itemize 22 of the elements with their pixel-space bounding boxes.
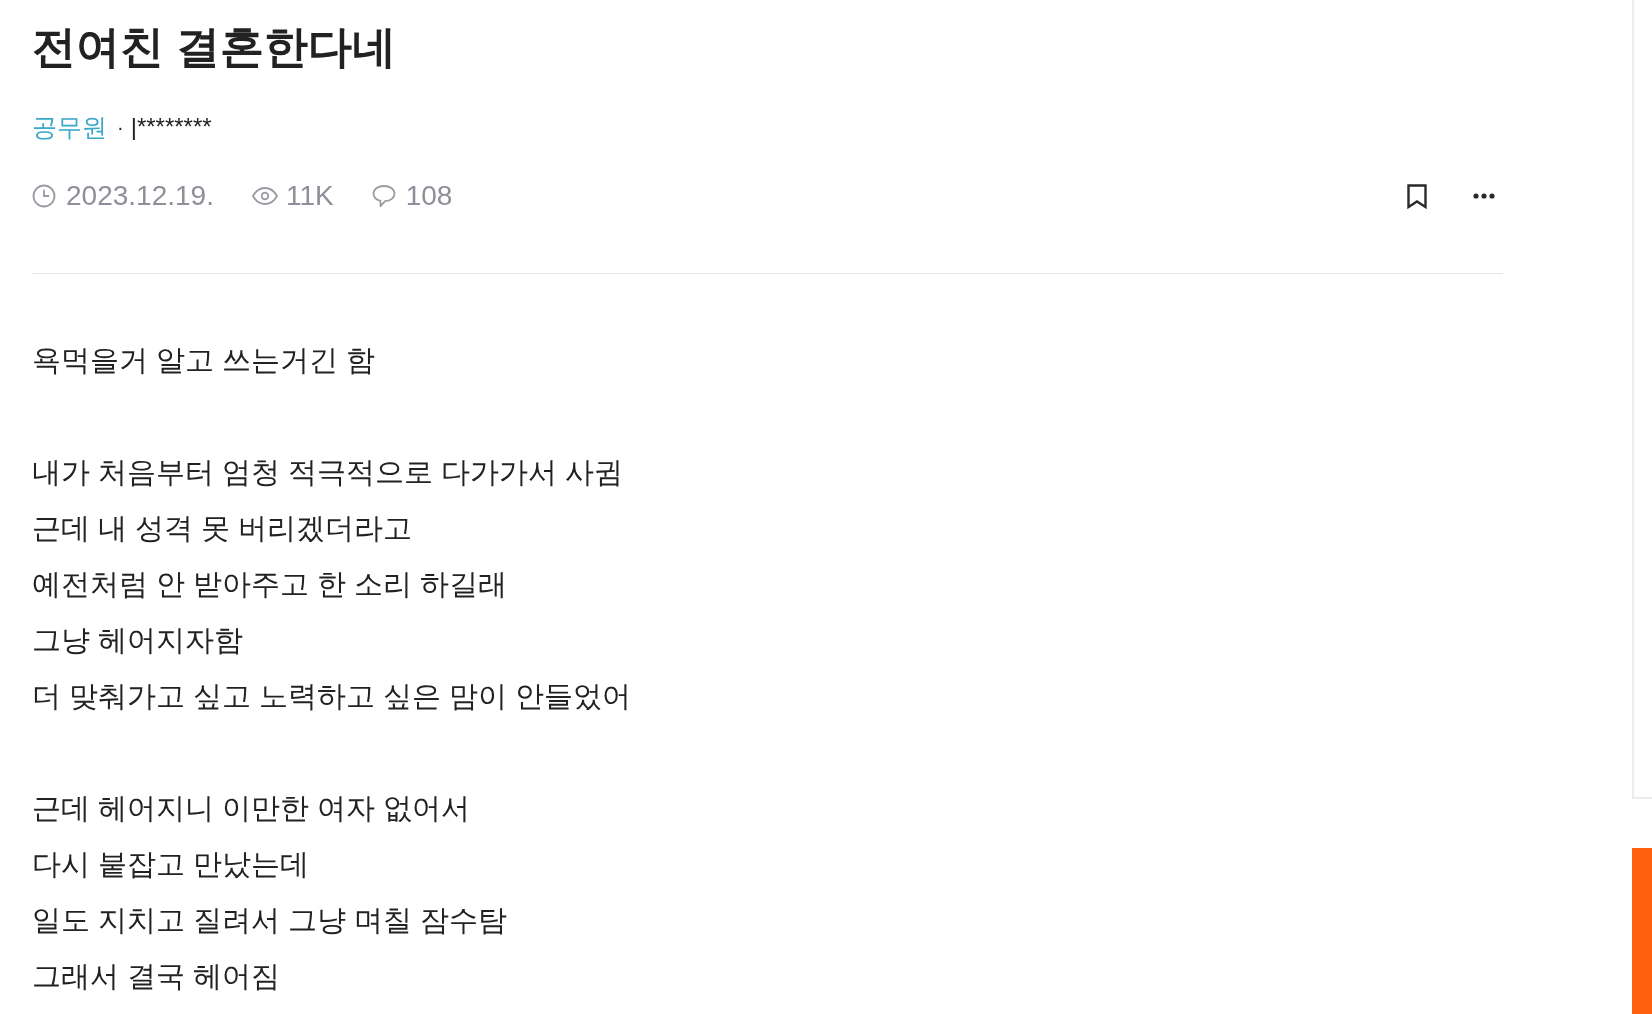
separator-dot: ·	[117, 115, 124, 140]
view-count: 11K	[285, 179, 334, 213]
body-text-line: 더 맞춰가고 싶고 노력하고 싶은 맘이 안들었어	[32, 679, 632, 714]
body-text-line: 그냥 헤어지자함	[32, 623, 244, 658]
author-category-link[interactable]: 공무원	[32, 109, 107, 145]
post-title: 전여친 결혼한다네	[32, 21, 397, 73]
body-text-line: 욕먹을거 알고 쓰는거긴 함	[32, 343, 376, 378]
more-icon[interactable]	[1473, 193, 1495, 199]
speech-bubble-icon	[371, 184, 396, 208]
body-text-line: 근데 내 성격 못 버리겠더라고	[32, 511, 413, 546]
post-date: 2023.12.19.	[66, 179, 214, 213]
body-text-line: 다시 붙잡고 만났는데	[32, 847, 310, 882]
bookmark-icon[interactable]	[1407, 183, 1427, 209]
body-text-line: 예전처럼 안 받아주고 한 소리 하길래	[32, 567, 508, 602]
clock-icon	[32, 184, 56, 208]
comment-count: 108	[405, 179, 453, 213]
body-text-line: 그래서 결국 헤어짐	[32, 959, 281, 994]
eye-icon	[251, 187, 278, 205]
body-text-line: 근데 헤어지니 이만한 여자 없어서	[32, 791, 471, 826]
body-text-line: 일도 지치고 질려서 그냥 며칠 잠수탐	[32, 903, 508, 938]
body-text-line: 내가 처음부터 엄청 적극적으로 다가가서 사귐	[32, 455, 624, 490]
user-id: |********	[130, 112, 212, 142]
